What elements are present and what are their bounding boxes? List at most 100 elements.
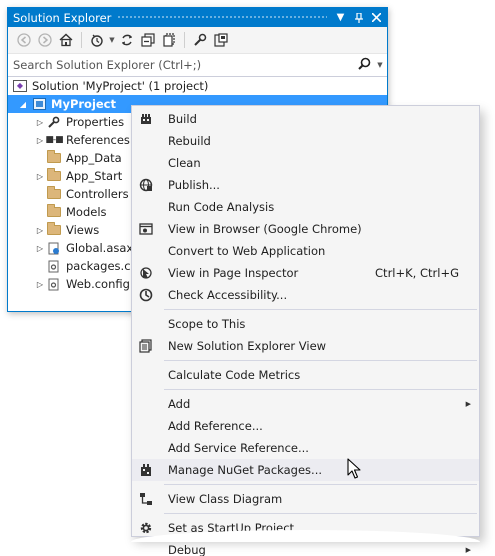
publish-icon <box>132 178 160 192</box>
pending-changes-filter-icon[interactable] <box>87 30 107 50</box>
pin-icon[interactable] <box>351 10 366 25</box>
expanded-icon[interactable]: ◢ <box>17 100 29 109</box>
menu-item-label: Add Service Reference... <box>168 441 309 455</box>
menu-item-label: View Class Diagram <box>168 492 283 506</box>
menu-item-label: Rebuild <box>168 134 211 148</box>
mouse-pointer-icon <box>347 458 361 479</box>
accessibility-icon <box>132 288 160 302</box>
browser-icon <box>132 222 160 236</box>
window-title: Solution Explorer <box>13 10 112 25</box>
class-diagram-icon <box>132 492 160 506</box>
menu-separator <box>164 389 477 390</box>
collapsed-icon[interactable]: ▷ <box>34 136 46 145</box>
menu-item-add-service-reference[interactable]: Add Service Reference... <box>132 437 479 459</box>
home-icon[interactable] <box>56 30 76 50</box>
toolbar-separator <box>81 32 82 48</box>
preview-icon[interactable] <box>211 30 231 50</box>
menu-item-clean[interactable]: Clean <box>132 152 479 174</box>
new-view-icon <box>132 339 160 353</box>
collapsed-icon[interactable]: ▷ <box>34 172 46 181</box>
menu-separator <box>164 309 477 310</box>
config-file-icon <box>46 277 62 291</box>
menu-item-label: Calculate Code Metrics <box>168 368 301 382</box>
collapsed-icon[interactable]: ▷ <box>34 280 46 289</box>
menu-item-build[interactable]: Build <box>132 108 479 130</box>
tree-row-label: Web.config <box>66 277 130 291</box>
collapsed-icon[interactable]: ▷ <box>34 226 46 235</box>
chevron-down-icon[interactable]: ▼ <box>108 36 116 44</box>
references-icon: ■-■ <box>45 135 63 145</box>
search-box: ▼ <box>8 54 387 77</box>
menu-item-label: Debug <box>168 543 206 556</box>
menu-item-scope-to-this[interactable]: Scope to This <box>132 313 479 335</box>
web-project-icon <box>31 97 47 111</box>
tree-row-label: Solution 'MyProject' (1 project) <box>32 79 209 93</box>
menu-separator <box>164 360 477 361</box>
menu-item-label: Publish... <box>168 178 220 192</box>
menu-item-label: Build <box>168 112 197 126</box>
folder-icon <box>46 204 62 219</box>
menu-item-label: Add <box>168 397 191 411</box>
tree-row-label: Models <box>66 205 107 219</box>
menu-item-label: Convert to Web Application <box>168 244 326 258</box>
menu-item-add-reference[interactable]: Add Reference... <box>132 415 479 437</box>
menu-item-rebuild[interactable]: Rebuild <box>132 130 479 152</box>
folder-icon <box>46 222 62 237</box>
titlebar: Solution Explorer ▼ <box>8 8 387 27</box>
show-all-files-icon[interactable] <box>159 30 179 50</box>
folder-icon <box>46 168 62 183</box>
tree-row-solution[interactable]: ◆ Solution 'MyProject' (1 project) <box>8 77 387 95</box>
close-icon[interactable] <box>369 10 384 25</box>
toolbar: ▼ <box>8 27 387 54</box>
menu-item-check-accessibility[interactable]: Check Accessibility... <box>132 284 479 306</box>
menu-item-label: Clean <box>168 156 201 170</box>
window-position-icon[interactable]: ▼ <box>333 10 348 25</box>
menu-item-label: Add Reference... <box>168 419 263 433</box>
menu-item-label: Run Code Analysis <box>168 200 275 214</box>
collapsed-icon[interactable]: ▷ <box>34 118 46 127</box>
menu-item-new-solution-explorer-view[interactable]: New Solution Explorer View <box>132 335 479 357</box>
menu-item-label: View in Page Inspector <box>168 266 299 280</box>
menu-item-view-class-diagram[interactable]: View Class Diagram <box>132 488 479 510</box>
build-icon <box>132 112 160 126</box>
back-icon[interactable] <box>14 30 34 50</box>
config-file-icon <box>46 259 62 273</box>
sync-icon[interactable] <box>117 30 137 50</box>
menu-item-label: New Solution Explorer View <box>168 339 327 353</box>
collapsed-icon[interactable]: ▷ <box>34 244 46 253</box>
menu-item-view-in-browser[interactable]: View in Browser (Google Chrome) <box>132 218 479 240</box>
toolbar-separator <box>184 32 185 48</box>
tree-row-label: Global.asax <box>66 241 134 255</box>
chevron-down-icon[interactable]: ▼ <box>373 61 387 69</box>
search-input[interactable] <box>13 58 355 72</box>
gear-icon <box>132 521 160 535</box>
context-menu: Build Rebuild Clean Publish... Run Code … <box>131 105 480 556</box>
solution-icon: ◆ <box>12 79 28 93</box>
search-icon[interactable] <box>355 57 373 74</box>
nuget-icon <box>132 463 160 477</box>
tree-row-label: App_Start <box>66 169 123 183</box>
menu-item-publish[interactable]: Publish... <box>132 174 479 196</box>
folder-icon <box>46 150 62 165</box>
menu-item-add[interactable]: Add ▶ <box>132 393 479 415</box>
menu-item-shortcut: Ctrl+K, Ctrl+G <box>375 266 459 280</box>
folder-icon <box>46 186 62 201</box>
tree-row-label: Properties <box>66 115 125 129</box>
menu-item-label: Check Accessibility... <box>168 288 288 302</box>
menu-item-view-in-page-inspector[interactable]: View in Page Inspector Ctrl+K, Ctrl+G <box>132 262 479 284</box>
global-asax-icon <box>46 241 62 255</box>
wrench-icon <box>46 115 62 129</box>
tree-row-label: MyProject <box>51 97 116 111</box>
menu-item-calculate-code-metrics[interactable]: Calculate Code Metrics <box>132 364 479 386</box>
collapse-all-icon[interactable] <box>138 30 158 50</box>
titlebar-grip[interactable] <box>117 15 327 20</box>
tree-row-label: Views <box>66 223 100 237</box>
submenu-arrow-icon: ▶ <box>465 546 471 554</box>
menu-separator <box>164 484 477 485</box>
properties-icon[interactable] <box>190 30 210 50</box>
forward-icon[interactable] <box>35 30 55 50</box>
menu-item-run-code-analysis[interactable]: Run Code Analysis <box>132 196 479 218</box>
menu-item-manage-nuget-packages[interactable]: Manage NuGet Packages... <box>132 459 479 481</box>
menu-item-convert-to-web-application[interactable]: Convert to Web Application <box>132 240 479 262</box>
menu-item-label: Manage NuGet Packages... <box>168 463 323 477</box>
